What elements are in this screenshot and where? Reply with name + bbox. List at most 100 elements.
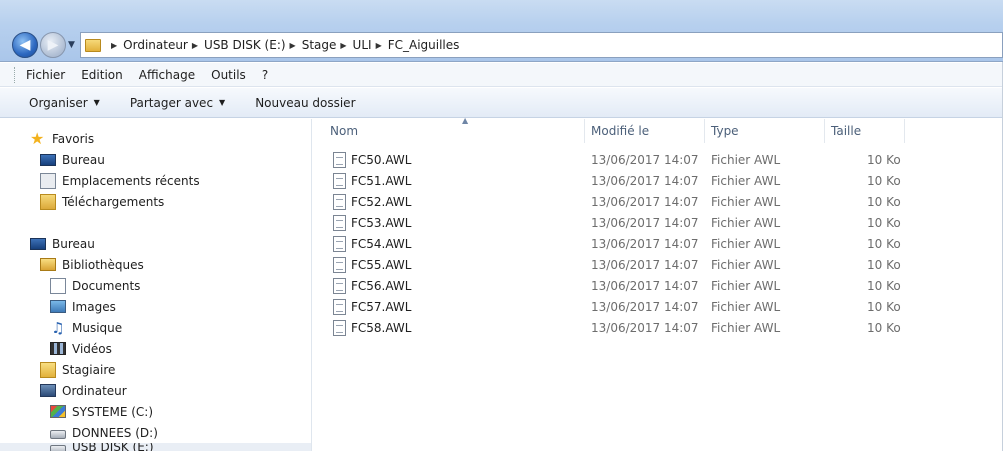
file-icon [333, 173, 346, 189]
nav-label: Stagiaire [62, 362, 116, 377]
dropdown-arrow-icon: ▼ [93, 98, 100, 107]
new-folder-button[interactable]: Nouveau dossier [255, 96, 355, 110]
menu-affichage[interactable]: Affichage [139, 68, 195, 82]
recent-places-icon [40, 172, 56, 189]
column-header-type[interactable]: Type [705, 119, 825, 143]
file-type: Fichier AWL [711, 321, 781, 335]
nav-drive-e[interactable]: USB DISK (E:) [50, 443, 154, 451]
file-size: 10 Ko [867, 258, 901, 272]
breadcrumb-uli[interactable]: ULI [353, 38, 372, 52]
table-row[interactable]: FC50.AWL 13/06/2017 14:07 Fichier AWL 10 Ko [333, 150, 913, 171]
nav-drive-c[interactable]: SYSTEME (C:) [50, 401, 153, 422]
table-row[interactable]: FC58.AWL 13/06/2017 14:07 Fichier AWL 10 Ko [333, 318, 913, 339]
file-name: FC52.AWL [351, 195, 412, 209]
organize-button[interactable]: Organiser ▼ [29, 96, 100, 110]
file-modified: 13/06/2017 14:07 [591, 237, 699, 251]
file-modified: 13/06/2017 14:07 [591, 195, 699, 209]
file-modified: 13/06/2017 14:07 [591, 258, 699, 272]
nav-computer[interactable]: Ordinateur [40, 380, 127, 401]
table-row[interactable]: FC53.AWL 13/06/2017 14:07 Fichier AWL 10 Ko [333, 213, 913, 234]
column-header-modified[interactable]: Modifié le [585, 119, 705, 143]
nav-label: Ordinateur [62, 383, 127, 398]
file-type: Fichier AWL [711, 195, 781, 209]
menu-edition[interactable]: Edition [81, 68, 123, 82]
nav-drive-d[interactable]: DONNEES (D:) [50, 422, 158, 443]
share-button[interactable]: Partager avec ▼ [130, 96, 225, 110]
file-name: FC51.AWL [351, 174, 412, 188]
chevron-right-icon[interactable]: ▶ [290, 41, 296, 50]
file-name: FC56.AWL [351, 279, 412, 293]
desktop-icon [40, 153, 56, 166]
file-type: Fichier AWL [711, 216, 781, 230]
file-type: Fichier AWL [711, 279, 781, 293]
file-icon [333, 194, 346, 210]
menu-outils[interactable]: Outils [211, 68, 246, 82]
file-icon [333, 320, 346, 336]
desktop-icon [30, 237, 46, 250]
computer-icon [40, 384, 56, 397]
nav-recent-places[interactable]: Emplacements récents [40, 170, 200, 191]
file-type: Fichier AWL [711, 174, 781, 188]
file-type: Fichier AWL [711, 153, 781, 167]
nav-desktop-favorite[interactable]: Bureau [40, 149, 105, 170]
hard-drive-icon [50, 430, 66, 439]
nav-music[interactable]: ♫ Musique [50, 317, 122, 338]
nav-label: USB DISK (E:) [72, 443, 154, 451]
table-row[interactable]: FC56.AWL 13/06/2017 14:07 Fichier AWL 10 Ko [333, 276, 913, 297]
star-icon: ★ [30, 128, 45, 148]
column-header-name[interactable]: ▲ Nom [324, 116, 585, 143]
navigation-pane: ★ Favoris Bureau Emplacements récents Tél… [0, 119, 312, 451]
file-modified: 13/06/2017 14:07 [591, 216, 699, 230]
nav-libraries[interactable]: Bibliothèques [40, 254, 144, 275]
file-name: FC58.AWL [351, 321, 412, 335]
chevron-right-icon[interactable]: ▶ [376, 41, 382, 50]
chevron-right-icon[interactable]: ▶ [111, 41, 117, 50]
address-bar[interactable]: ▶ Ordinateur ▶ USB DISK (E:) ▶ Stage ▶ ULI ▶… [80, 32, 1003, 58]
file-icon [333, 236, 346, 252]
nav-documents[interactable]: Documents [50, 275, 140, 296]
windows-drive-icon [50, 405, 66, 418]
nav-favorites[interactable]: ★ Favoris [30, 128, 94, 149]
file-size: 10 Ko [867, 153, 901, 167]
breadcrumb-stage[interactable]: Stage [302, 38, 337, 52]
breadcrumb-ordinateur[interactable]: Ordinateur [123, 38, 188, 52]
command-bar: Organiser ▼ Partager avec ▼ Nouveau dossie… [0, 88, 1003, 118]
back-button[interactable]: ◀ [12, 32, 38, 58]
nav-videos[interactable]: Vidéos [50, 338, 112, 359]
file-size: 10 Ko [867, 237, 901, 251]
column-header-size[interactable]: Taille [825, 119, 905, 143]
title-bar: ◀ ▶ ▼ ▶ Ordinateur ▶ USB DISK (E:) ▶ Stage … [0, 0, 1003, 62]
file-type: Fichier AWL [711, 258, 781, 272]
nav-selected-highlight [0, 443, 311, 451]
image-icon [50, 300, 66, 313]
nav-user-folder[interactable]: Stagiaire [40, 359, 115, 380]
file-icon [333, 215, 346, 231]
chevron-right-icon[interactable]: ▶ [192, 41, 198, 50]
chevron-right-icon[interactable]: ▶ [340, 41, 346, 50]
nav-downloads[interactable]: Téléchargements [40, 191, 164, 212]
file-size: 10 Ko [867, 195, 901, 209]
organize-label: Organiser [29, 95, 88, 110]
nav-label: Bureau [52, 236, 95, 251]
nav-images[interactable]: Images [50, 296, 116, 317]
breadcrumb-usb-disk[interactable]: USB DISK (E:) [204, 38, 286, 52]
file-size: 10 Ko [867, 321, 901, 335]
menu-bar: Fichier Edition Affichage Outils ? [0, 63, 1003, 87]
nav-label: Téléchargements [62, 194, 165, 209]
table-row[interactable]: FC51.AWL 13/06/2017 14:07 Fichier AWL 10 Ko [333, 171, 913, 192]
breadcrumb-fc-aiguilles[interactable]: FC_Aiguilles [388, 38, 460, 52]
table-row[interactable]: FC57.AWL 13/06/2017 14:07 Fichier AWL 10 Ko [333, 297, 913, 318]
folder-icon [85, 38, 101, 52]
nav-label: SYSTEME (C:) [72, 404, 154, 419]
table-row[interactable]: FC55.AWL 13/06/2017 14:07 Fichier AWL 10 Ko [333, 255, 913, 276]
table-row[interactable]: FC52.AWL 13/06/2017 14:07 Fichier AWL 10 Ko [333, 192, 913, 213]
forward-button[interactable]: ▶ [40, 32, 66, 58]
menu-help[interactable]: ? [262, 68, 268, 82]
history-dropdown-icon[interactable]: ▼ [68, 40, 75, 50]
nav-label: Documents [72, 278, 141, 293]
file-list: ▲ Nom Modifié le Type Taille FC50.AWL 13/… [313, 116, 1003, 451]
nav-desktop[interactable]: Bureau [30, 233, 95, 254]
nav-label: Vidéos [72, 341, 112, 356]
menu-fichier[interactable]: Fichier [26, 68, 65, 82]
table-row[interactable]: FC54.AWL 13/06/2017 14:07 Fichier AWL 10 Ko [333, 234, 913, 255]
